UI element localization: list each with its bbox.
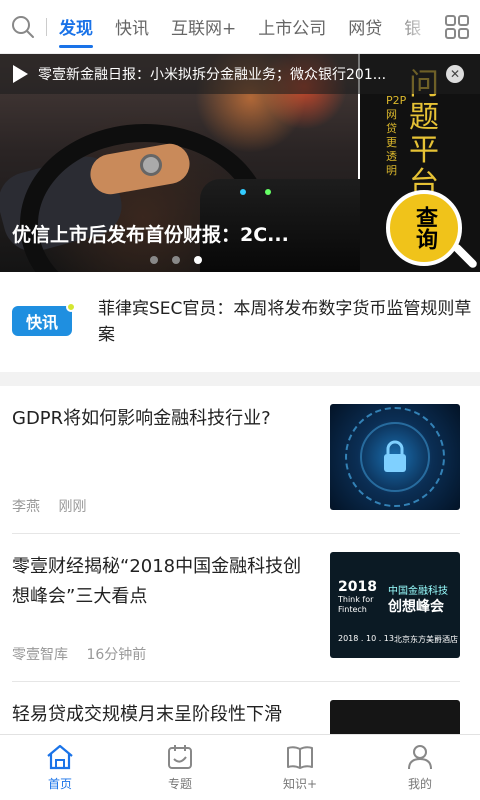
tab-knowledge-label: 知识+	[282, 777, 318, 791]
search-icon	[12, 15, 34, 38]
all-categories-button[interactable]	[434, 0, 480, 54]
category-tabs: 发现 快讯 互联网+ 上市公司 网贷 银	[59, 0, 434, 54]
book-icon	[287, 746, 313, 769]
tab-flash[interactable]: 快讯	[115, 0, 149, 54]
summit-venue: 北京东方美爵酒店	[394, 635, 458, 644]
flash-text[interactable]: 菲律宾SEC官员：本周将发布数字货币监管规则草案	[98, 296, 478, 348]
user-icon	[408, 745, 432, 770]
article-title[interactable]: GDPR将如何影响金融科技行业?	[12, 404, 312, 434]
summit-en2: Fintech	[338, 605, 367, 614]
banner-caption[interactable]: 优信上市后发布首份财报：2C...	[12, 220, 342, 247]
summit-year: 2018	[338, 579, 377, 595]
ticker-text[interactable]: 零壹新金融日报：小米拟拆分金融业务；微众银行201...	[38, 64, 430, 84]
summit-date: 2018 . 10 . 13	[338, 634, 394, 643]
news-ticker[interactable]: 零壹新金融日报：小米拟拆分金融业务；微众银行201...	[0, 54, 480, 94]
article-title[interactable]: 零壹财经揭秘“2018中国金融科技创想峰会”三大看点	[12, 552, 312, 612]
article-meta: 零壹智库 16分钟前	[12, 644, 160, 664]
banner-carousel[interactable]: 优信上市后发布首份财报：2C... P2P网贷更透明 问题平台 查询 零壹新金融…	[0, 54, 480, 272]
ad-query-badge[interactable]: 查询	[386, 190, 462, 266]
nav-divider	[46, 17, 47, 36]
tab-topics-label: 专题	[167, 777, 192, 791]
section-gap	[0, 372, 480, 386]
close-icon: ✕	[449, 67, 461, 81]
article-meta: 李燕 刚刚	[12, 496, 100, 516]
tab-home-label: 首页	[47, 777, 72, 791]
grid-icon	[445, 14, 469, 39]
tab-discover[interactable]: 发现	[59, 0, 93, 54]
article-item[interactable]: GDPR将如何影响金融科技行业? 李燕 刚刚	[0, 386, 480, 534]
new-dot	[66, 302, 76, 312]
article-time: 16分钟前	[86, 647, 147, 663]
article-title[interactable]: 轻易贷成交规模月末呈阶段性下滑	[12, 700, 312, 730]
search-button[interactable]	[0, 0, 46, 54]
carousel-dots	[150, 256, 216, 264]
top-nav: 发现 快讯 互联网+ 上市公司 网贷 银	[0, 0, 480, 54]
magnifier-handle	[451, 242, 479, 270]
flash-badge: 快讯	[12, 306, 72, 336]
article-time: 刚刚	[58, 499, 87, 515]
article-thumbnail[interactable]	[330, 404, 460, 510]
summit-cn2: 创想峰会	[388, 599, 444, 615]
tab-topics[interactable]: 专题	[120, 735, 240, 800]
summit-cn1: 中国金融科技	[388, 586, 448, 597]
tab-knowledge[interactable]: 知识+	[240, 735, 360, 800]
article-author: 李燕	[12, 499, 40, 515]
tab-profile-label: 我的	[407, 777, 432, 791]
tab-listed-companies[interactable]: 上市公司	[258, 0, 326, 54]
tab-home[interactable]: 首页	[0, 735, 120, 800]
tab-p2p-lending[interactable]: 网贷	[348, 0, 382, 54]
close-ticker-button[interactable]: ✕	[446, 65, 464, 83]
home-icon	[47, 744, 73, 770]
watch	[140, 154, 162, 176]
tabs-fade	[394, 0, 434, 54]
calendar-icon	[168, 745, 192, 769]
article-author: 零壹智库	[12, 647, 68, 663]
carousel-dot[interactable]	[150, 256, 158, 264]
article-item[interactable]: 零壹财经揭秘“2018中国金融科技创想峰会”三大看点 零壹智库 16分钟前 20…	[0, 534, 480, 682]
carousel-dot-active[interactable]	[194, 256, 202, 264]
play-icon	[10, 64, 30, 84]
flash-news[interactable]: 快讯 菲律宾SEC官员：本周将发布数字货币监管规则草案	[0, 272, 480, 372]
bottom-tab-bar: 首页 专题 知识+ 我的	[0, 734, 480, 800]
lock-icon	[384, 440, 406, 472]
carousel-dot[interactable]	[172, 256, 180, 264]
article-thumbnail[interactable]: 2018 Think for Fintech 中国金融科技 创想峰会 2018 …	[330, 552, 460, 658]
tab-profile[interactable]: 我的	[360, 735, 480, 800]
tab-internet-plus[interactable]: 互联网+	[171, 0, 236, 54]
summit-en1: Think for	[338, 595, 374, 604]
